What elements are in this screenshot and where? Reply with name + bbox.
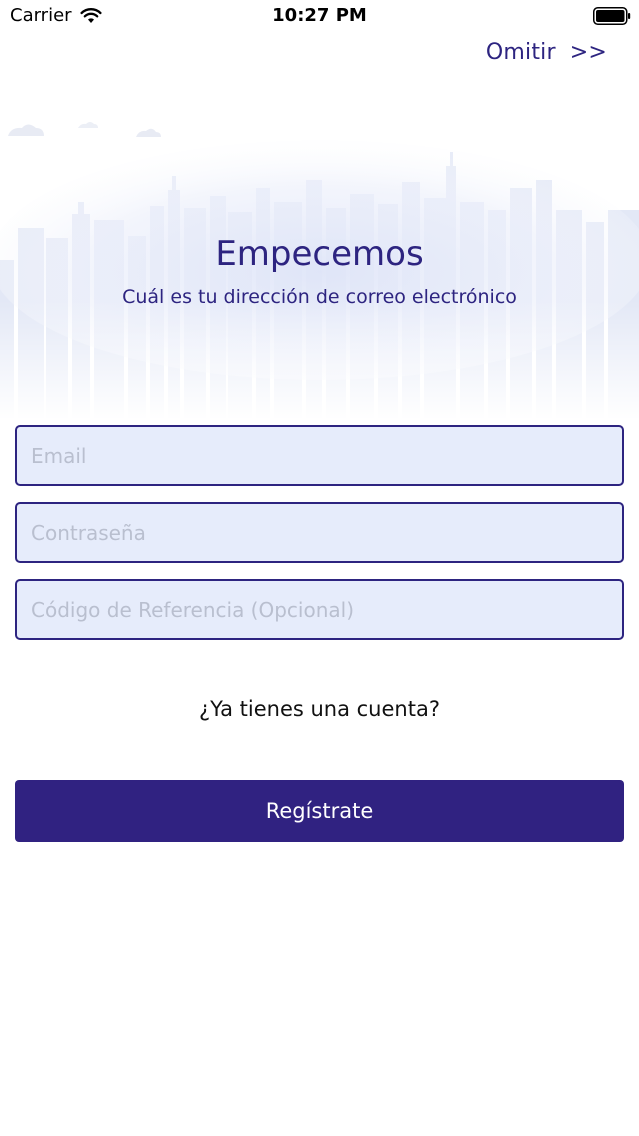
referral-code-field[interactable] [15,579,624,640]
skip-label: Omitir [485,40,556,65]
page-title: Empecemos [215,234,424,274]
email-field[interactable] [15,425,624,486]
password-field[interactable] [15,502,624,563]
skip-arrows: >> [569,40,607,65]
battery-icon [593,7,631,25]
skip-link[interactable]: Omitir >> [486,40,607,65]
page-subtitle: Cuál es tu dirección de correo electróni… [122,286,517,308]
register-button[interactable]: Regístrate [15,780,624,842]
status-bar: Carrier 10:27 PM [0,0,639,34]
login-link[interactable]: ¿Ya tienes una cuenta? [0,697,639,721]
status-time: 10:27 PM [272,5,367,26]
